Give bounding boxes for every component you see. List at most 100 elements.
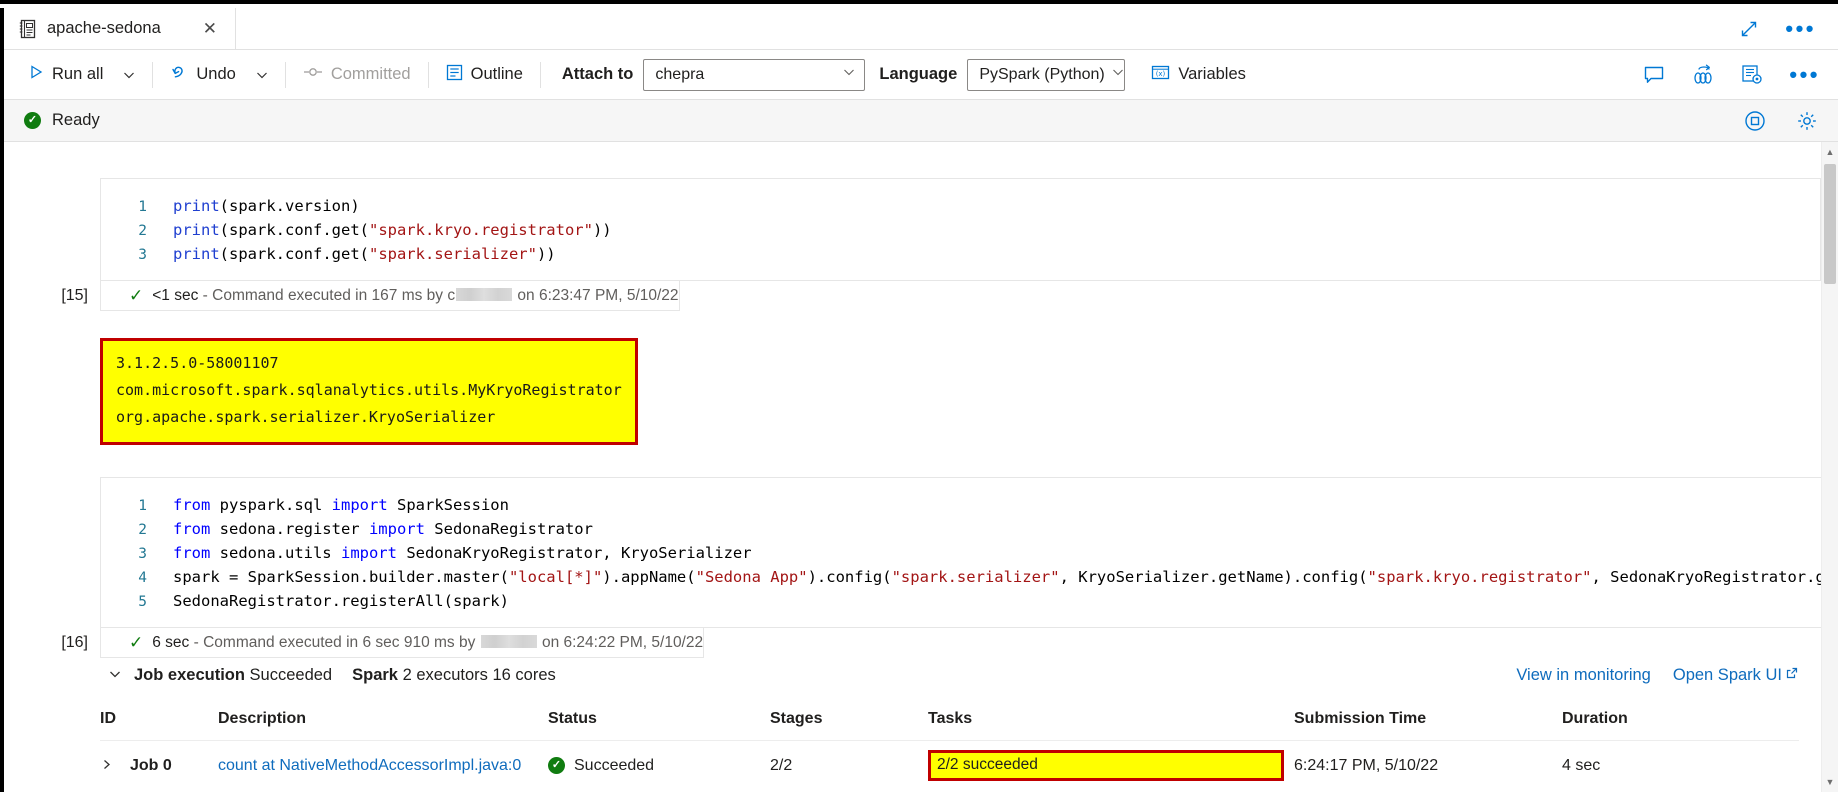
code-token: SedonaRegistrator.registerAll(spark) xyxy=(173,591,509,610)
code-token: sedona.register xyxy=(210,520,369,539)
cell-16-code[interactable]: 1 from pyspark.sql import SparkSession 2 f… xyxy=(101,478,1821,627)
cell-16-index-label: [16] xyxy=(61,634,88,652)
cell-15-editor[interactable]: 1 print(spark.version) 2 print(spark.conf.… xyxy=(100,178,1821,282)
highlighted-tasks-progress: 2/2 succeeded xyxy=(928,750,1284,782)
code-line-number: 3 xyxy=(138,246,147,263)
open-spark-ui-link[interactable]: Open Spark UI xyxy=(1673,666,1799,685)
chevron-right-icon[interactable] xyxy=(100,758,113,774)
outline-list-icon xyxy=(446,64,463,86)
outline-button[interactable]: Outline xyxy=(436,60,533,90)
divider xyxy=(539,61,541,88)
notebook-app: apache-sedona ✕ ••• Run all Undo Committ… xyxy=(0,8,1838,792)
job-id-label: Job 0 xyxy=(130,756,172,774)
undo-button[interactable]: Undo xyxy=(160,60,245,90)
code-token: "spark.serializer" xyxy=(368,244,537,263)
code-token: )) xyxy=(592,220,612,239)
highlighted-cell-output: 3.1.2.5.0-58001107 com.microsoft.spark.s… xyxy=(100,338,638,446)
chevron-down-icon xyxy=(1111,65,1125,84)
code-line-number: 2 xyxy=(138,522,147,539)
external-link-icon xyxy=(1785,666,1799,685)
scroll-up-arrow-icon[interactable]: ▲ xyxy=(1822,144,1838,160)
code-token: (spark.conf.get( xyxy=(219,220,369,239)
expand-diagonal-icon[interactable] xyxy=(1739,19,1759,39)
notebook-body: 1 print(spark.version) 2 print(spark.conf.… xyxy=(4,142,1838,792)
tab-close-button[interactable]: ✕ xyxy=(199,18,221,39)
notebook-cell-15: 1 print(spark.version) 2 print(spark.conf.… xyxy=(4,178,1821,312)
scroll-down-arrow-icon[interactable]: ▼ xyxy=(1822,774,1838,790)
code-token: print xyxy=(173,220,220,239)
code-token: import xyxy=(331,496,388,515)
code-token: (spark.conf.get( xyxy=(219,244,369,263)
code-token: ).appName( xyxy=(602,567,696,586)
variables-button[interactable]: (x) Variables xyxy=(1141,60,1256,90)
code-token: ).config( xyxy=(807,567,892,586)
command-bar: Run all Undo Committed Outline Attach to… xyxy=(4,50,1838,100)
view-in-monitoring-link[interactable]: View in monitoring xyxy=(1516,666,1651,685)
check-icon: ✓ xyxy=(129,633,144,653)
command-bar-right-actions: ••• xyxy=(1643,63,1820,86)
run-all-chevron-down-icon[interactable] xyxy=(113,64,145,86)
code-line-number: 1 xyxy=(138,199,147,215)
command-bar-more-button[interactable]: ••• xyxy=(1789,63,1820,85)
database-arrow-icon[interactable] xyxy=(1691,64,1715,85)
code-token: print xyxy=(173,244,220,263)
cell-job-tasks: 2/2 succeeded xyxy=(928,740,1294,791)
table-row[interactable]: Job 0 count at NativeMethodAccessorImpl.… xyxy=(100,740,1799,791)
divider xyxy=(152,61,154,88)
notebook-icon xyxy=(18,19,37,39)
run-all-button[interactable]: Run all xyxy=(18,60,113,89)
vertical-scrollbar[interactable]: ▲ ▼ xyxy=(1821,142,1838,792)
open-spark-ui-label: Open Spark UI xyxy=(1672,665,1782,684)
code-token: import xyxy=(340,543,397,562)
undo-arrow-icon xyxy=(170,64,188,86)
tab-label: apache-sedona xyxy=(47,19,161,37)
cell-16-exec-suffix: on 6:24:22 PM, 5/10/22 xyxy=(537,633,704,651)
cell-16-exec-prefix: - Command executed in 6 sec 910 ms by xyxy=(189,633,480,651)
tab-apache-sedona[interactable]: apache-sedona ✕ xyxy=(4,8,236,49)
titlebar-more-button[interactable]: ••• xyxy=(1785,17,1816,39)
code-token: "local[*]" xyxy=(508,567,603,586)
code-token: sedona.utils xyxy=(210,543,341,562)
scrollbar-thumb[interactable] xyxy=(1824,164,1836,284)
stop-circle-icon[interactable] xyxy=(1744,110,1766,132)
attach-to-label: Attach to xyxy=(561,65,634,83)
redacted-username xyxy=(456,287,513,301)
code-token: spark = SparkSession.builder.master( xyxy=(173,567,509,586)
job-panel-links: View in monitoring Open Spark UI xyxy=(1516,666,1799,685)
variables-label: Variables xyxy=(1178,65,1246,83)
job-execution-title: Job execution xyxy=(134,665,245,684)
tab-strip: apache-sedona ✕ ••• xyxy=(4,8,1838,50)
redacted-username xyxy=(480,634,537,648)
divider xyxy=(284,61,286,88)
chevron-down-icon[interactable] xyxy=(108,667,122,684)
outline-label: Outline xyxy=(470,65,523,83)
code-token: "spark.kryo.registrator" xyxy=(368,220,593,239)
cell-15-code[interactable]: 1 print(spark.version) 2 print(spark.conf.… xyxy=(101,179,1820,280)
comment-bubble-icon[interactable] xyxy=(1643,65,1665,85)
gear-icon[interactable] xyxy=(1796,110,1818,132)
language-select[interactable]: PySpark (Python) xyxy=(967,58,1126,91)
column-header-submission-time: Submission Time xyxy=(1294,710,1427,728)
cell-15-index-label: [15] xyxy=(61,287,88,305)
list-gear-icon[interactable] xyxy=(1741,64,1763,85)
job-description-link[interactable]: count at NativeMethodAccessorImpl.java:0 xyxy=(218,757,521,774)
undo-chevron-down-icon[interactable] xyxy=(246,64,278,86)
attach-to-value: chepra xyxy=(655,65,705,83)
code-token: SparkSession xyxy=(387,496,509,515)
column-header-stages: Stages xyxy=(770,710,823,728)
language-value: PySpark (Python) xyxy=(979,65,1105,83)
code-token: import xyxy=(368,520,425,539)
column-header-tasks: Tasks xyxy=(928,710,973,728)
code-token: print xyxy=(173,197,220,215)
committed-button: Committed xyxy=(293,61,421,88)
undo-label: Undo xyxy=(196,65,236,83)
variables-box-icon: (x) xyxy=(1151,64,1170,86)
spark-info: 2 executors 16 cores xyxy=(402,665,556,684)
code-line-number: 2 xyxy=(138,222,147,239)
attach-to-select[interactable]: chepra xyxy=(643,58,866,91)
cell-15-execution-status: ✓ <1 sec - Command executed in 167 ms by… xyxy=(100,281,680,312)
code-line-number: 1 xyxy=(138,498,147,515)
cell-job-id: Job 0 xyxy=(100,740,218,791)
job-execution-header[interactable]: Job execution Succeeded Spark 2 executors… xyxy=(100,658,1799,692)
cell-16-editor[interactable]: 1 from pyspark.sql import SparkSession 2 f… xyxy=(100,477,1821,629)
